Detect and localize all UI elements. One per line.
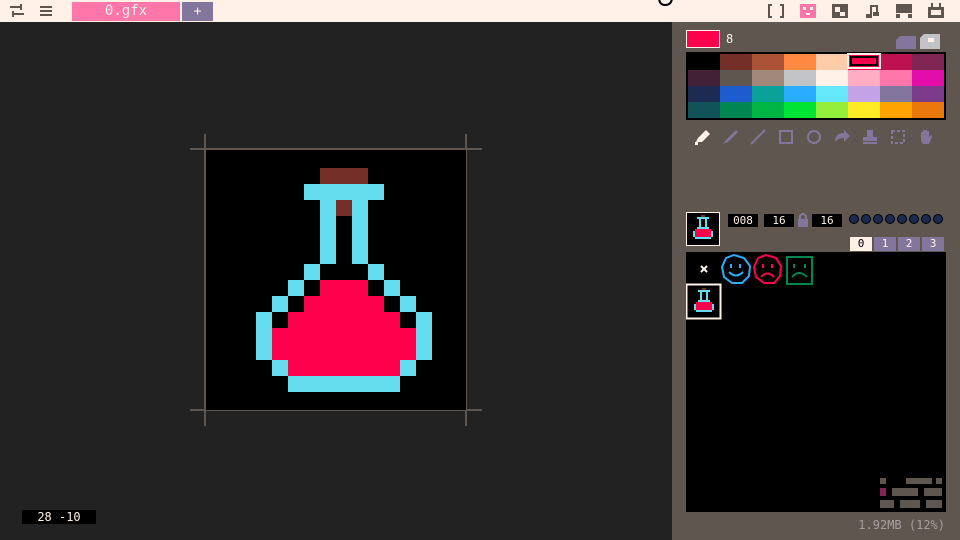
music-editor-icon[interactable] xyxy=(894,3,914,19)
sprite-flag-7[interactable] xyxy=(933,214,943,224)
add-tab-label: + xyxy=(193,4,202,19)
rectangle-tool-icon[interactable] xyxy=(776,128,796,146)
palette-color-31[interactable] xyxy=(912,102,944,118)
run-cartridge-icon[interactable] xyxy=(926,3,946,19)
workspace-switch-icon[interactable] xyxy=(8,3,26,19)
palette-color-27[interactable] xyxy=(784,102,816,118)
palette-color-9[interactable] xyxy=(720,70,752,86)
palette-color-25[interactable] xyxy=(720,102,752,118)
sprite-flag-1[interactable] xyxy=(861,214,871,224)
sprite-flag-6[interactable] xyxy=(921,214,931,224)
palette-color-4[interactable] xyxy=(816,54,848,70)
sprite-width[interactable]: 16 xyxy=(764,214,794,227)
palette-color-8[interactable] xyxy=(688,70,720,86)
palette-color-2[interactable] xyxy=(752,54,784,70)
sprite-flag-4[interactable] xyxy=(897,214,907,224)
palette-color-6[interactable] xyxy=(880,54,912,70)
palette-color-7[interactable] xyxy=(912,54,944,70)
palette-color-23[interactable] xyxy=(912,86,944,102)
sprite-thumbnails[interactable] xyxy=(686,252,946,332)
potion-thumbnail xyxy=(694,288,714,312)
palette-color-13[interactable] xyxy=(848,70,880,86)
code-editor-icon[interactable] xyxy=(766,3,786,19)
sprite-flag-5[interactable] xyxy=(909,214,919,224)
circle-tool-icon[interactable] xyxy=(804,128,824,146)
palette-color-18[interactable] xyxy=(752,86,784,102)
green-frown-sprite xyxy=(786,256,813,285)
palette-bank-tabs[interactable] xyxy=(894,32,944,50)
palette-color-10[interactable] xyxy=(752,70,784,86)
current-color-index: 8 xyxy=(726,32,734,46)
select-tool-icon[interactable] xyxy=(888,128,908,146)
current-color-swatch[interactable] xyxy=(687,31,719,47)
file-tab-label: 0.gfx xyxy=(104,3,148,19)
pan-tool-icon[interactable] xyxy=(916,128,936,146)
palette-color-12[interactable] xyxy=(816,70,848,86)
palette-color-24[interactable] xyxy=(688,102,720,118)
sprite-flag-0[interactable] xyxy=(849,214,859,224)
palette-color-14[interactable] xyxy=(880,70,912,86)
palette-color-19[interactable] xyxy=(784,86,816,102)
sprite-height[interactable]: 16 xyxy=(812,214,842,227)
map-editor-icon[interactable] xyxy=(830,3,850,19)
palette-color-1[interactable] xyxy=(720,54,752,70)
palette-color-22[interactable] xyxy=(880,86,912,102)
fill-tool-icon[interactable] xyxy=(832,128,852,146)
lock-icon[interactable] xyxy=(796,212,810,228)
palette-color-30[interactable] xyxy=(880,102,912,118)
page-tab-0[interactable]: 0 xyxy=(850,237,872,251)
add-tab-button[interactable]: + xyxy=(182,2,213,21)
top-bar: 0.gfx + xyxy=(0,0,960,22)
page-tab-2[interactable]: 2 xyxy=(898,237,920,251)
red-frown-sprite xyxy=(752,253,783,284)
page-tab-1[interactable]: 1 xyxy=(874,237,896,251)
page-tab-3[interactable]: 3 xyxy=(922,237,944,251)
palette-color-21[interactable] xyxy=(848,86,880,102)
sprite-flag-3[interactable] xyxy=(885,214,895,224)
palette-color-16[interactable] xyxy=(688,86,720,102)
palette-color-15[interactable] xyxy=(912,70,944,86)
palette-color-28[interactable] xyxy=(816,102,848,118)
sfx-editor-icon[interactable] xyxy=(862,3,882,19)
palette-color-0[interactable] xyxy=(688,54,720,70)
sprite-canvas[interactable] xyxy=(190,134,484,428)
stamp-tool-icon[interactable] xyxy=(860,128,880,146)
line-tool-icon[interactable] xyxy=(748,128,768,146)
blue-smiley-sprite xyxy=(720,253,752,284)
brush-tool-icon[interactable] xyxy=(720,128,740,146)
palette-color-11[interactable] xyxy=(784,70,816,86)
sprite-preview[interactable] xyxy=(687,213,719,245)
palette-color-29[interactable] xyxy=(848,102,880,118)
color-palette[interactable] xyxy=(686,52,946,120)
palette-color-26[interactable] xyxy=(752,102,784,118)
sheet-minimap[interactable] xyxy=(878,476,946,510)
cursor-coordinates: 28 -10 xyxy=(22,510,96,524)
pencil-tool-icon[interactable] xyxy=(692,128,712,146)
mouse-cursor-icon xyxy=(658,0,673,7)
tab-file[interactable]: 0.gfx xyxy=(72,2,180,21)
sprite-index[interactable]: 008 xyxy=(728,214,758,227)
current-color-swatch-frame xyxy=(686,30,720,48)
menu-icon[interactable] xyxy=(38,3,54,19)
sprite-flag-2[interactable] xyxy=(873,214,883,224)
palette-color-3[interactable] xyxy=(784,54,816,70)
palette-color-17[interactable] xyxy=(720,86,752,102)
empty-sprite-x-icon xyxy=(700,265,708,273)
sprite-preview-frame xyxy=(686,212,720,246)
sprite-flags[interactable] xyxy=(848,213,946,225)
sprite-editor-icon[interactable] xyxy=(798,3,818,19)
ram-usage: 1.92MB (12%) xyxy=(858,518,945,532)
palette-color-20[interactable] xyxy=(816,86,848,102)
